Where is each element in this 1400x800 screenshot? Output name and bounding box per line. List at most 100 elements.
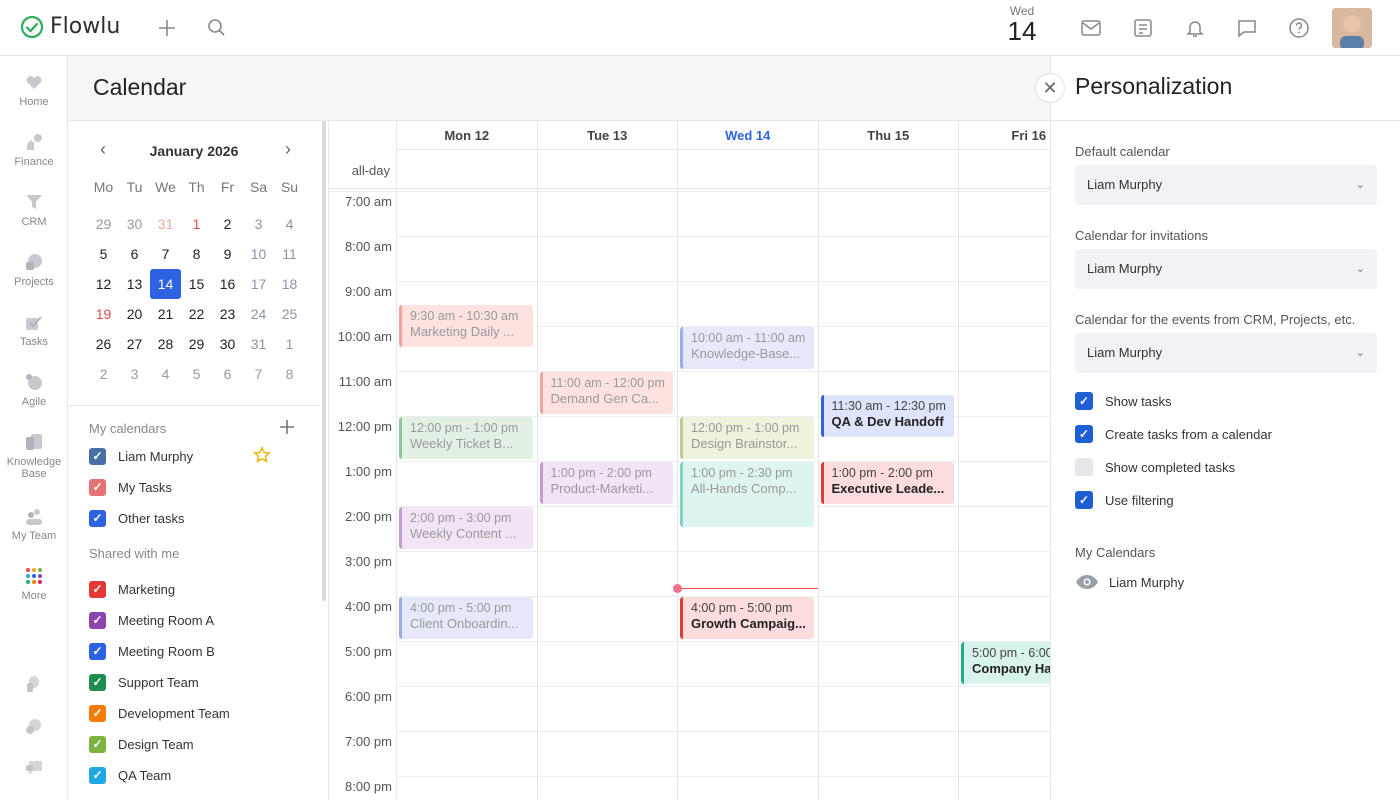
- default-calendar-select[interactable]: Liam Murphy ⌄: [1075, 165, 1377, 205]
- calendar-item[interactable]: ✓ Support Team: [89, 672, 199, 692]
- calendar-item[interactable]: ✓ Design Team: [89, 734, 194, 754]
- checkbox-icon[interactable]: ✓: [1075, 392, 1093, 410]
- checkbox-icon[interactable]: ✓: [89, 447, 106, 465]
- checkbox-icon[interactable]: ✓: [89, 766, 106, 784]
- nav-tasks[interactable]: Tasks: [0, 312, 68, 348]
- mini-calendar-day[interactable]: 21: [150, 299, 181, 329]
- mini-calendar-day[interactable]: 26: [88, 329, 119, 359]
- mini-calendar-day[interactable]: 7: [243, 359, 274, 389]
- today-date[interactable]: Wed 14: [1004, 4, 1040, 44]
- mini-calendar-day[interactable]: 2: [88, 359, 119, 389]
- nav-my-team[interactable]: My Team: [0, 506, 68, 542]
- nav-bottom-3[interactable]: [0, 758, 68, 782]
- mini-calendar-day[interactable]: 3: [243, 209, 274, 239]
- calendar-event[interactable]: 11:00 am - 12:00 pm Demand Gen Ca...: [539, 372, 673, 414]
- mini-calendar-day[interactable]: 4: [150, 359, 181, 389]
- checkbox-icon[interactable]: [1075, 458, 1093, 476]
- day-column-header[interactable]: Thu 15: [817, 121, 958, 150]
- calendar-event[interactable]: 10:00 am - 11:00 am Knowledge-Base...: [680, 327, 814, 369]
- nav-bottom-1[interactable]: [0, 674, 68, 698]
- mini-calendar-day[interactable]: 20: [119, 299, 150, 329]
- mini-calendar-day[interactable]: 7: [150, 239, 181, 269]
- mini-calendar-day[interactable]: 4: [274, 209, 305, 239]
- mini-calendar-day[interactable]: 13: [119, 269, 150, 299]
- star-icon[interactable]: [253, 446, 271, 469]
- mini-calendar-day[interactable]: 25: [274, 299, 305, 329]
- mini-calendar-day[interactable]: 2: [212, 209, 243, 239]
- setting-checkbox[interactable]: Show completed tasks: [1075, 458, 1235, 476]
- mini-calendar-day[interactable]: 6: [119, 239, 150, 269]
- calendar-event[interactable]: 5:00 pm - 6:00 pmCompany Ha: [961, 642, 1050, 684]
- mini-calendar-day[interactable]: 22: [181, 299, 212, 329]
- calendar-item[interactable]: ✓ Meeting Room A: [89, 610, 214, 630]
- nav-agile[interactable]: Agile: [0, 372, 68, 408]
- mini-calendar-day[interactable]: 24: [243, 299, 274, 329]
- checkbox-icon[interactable]: ✓: [1075, 425, 1093, 443]
- mini-calendar-day[interactable]: 3: [119, 359, 150, 389]
- mini-calendar-day[interactable]: 27: [119, 329, 150, 359]
- day-column-header[interactable]: Wed 14: [677, 121, 818, 150]
- calendar-item[interactable]: ✓ Development Team: [89, 703, 230, 723]
- nav-finance[interactable]: Finance: [0, 132, 68, 168]
- mini-calendar-day[interactable]: 19: [88, 299, 119, 329]
- events-calendar-select[interactable]: Liam Murphy ⌄: [1075, 333, 1377, 373]
- checkbox-icon[interactable]: ✓: [89, 673, 106, 691]
- mini-calendar-day[interactable]: 30: [119, 209, 150, 239]
- add-icon[interactable]: [155, 16, 179, 40]
- eye-icon[interactable]: [1075, 574, 1099, 590]
- mini-calendar-day[interactable]: 29: [88, 209, 119, 239]
- calendar-item[interactable]: ✓ QA Team: [89, 765, 171, 785]
- mini-calendar-day[interactable]: 16: [212, 269, 243, 299]
- notes-icon[interactable]: [1131, 16, 1155, 40]
- user-avatar[interactable]: [1332, 8, 1372, 48]
- nav-crm[interactable]: CRM: [0, 192, 68, 228]
- mini-calendar-day[interactable]: 8: [274, 359, 305, 389]
- mini-calendar-day[interactable]: 31: [243, 329, 274, 359]
- my-calendar-visibility[interactable]: Liam Murphy: [1075, 574, 1184, 590]
- checkbox-icon[interactable]: ✓: [89, 509, 106, 527]
- calendar-event[interactable]: 12:00 pm - 1:00 pm Weekly Ticket B...: [399, 417, 533, 459]
- setting-checkbox[interactable]: ✓ Use filtering: [1075, 491, 1174, 509]
- calendar-event[interactable]: 11:30 am - 12:30 pm QA & Dev Handoff: [820, 394, 954, 437]
- mini-calendar-day[interactable]: 1: [181, 209, 212, 239]
- mini-calendar-day[interactable]: 31: [150, 209, 181, 239]
- mini-calendar-day[interactable]: 29: [181, 329, 212, 359]
- sidebar-scrollbar[interactable]: [322, 121, 326, 601]
- calendar-event[interactable]: 2:00 pm - 3:00 pm Weekly Content ...: [399, 507, 533, 549]
- nav-more[interactable]: More: [0, 566, 68, 602]
- checkbox-icon[interactable]: ✓: [1075, 491, 1093, 509]
- mini-calendar-day[interactable]: 5: [181, 359, 212, 389]
- flowlu-logo[interactable]: Flowlu: [20, 14, 120, 39]
- checkbox-icon[interactable]: ✓: [89, 478, 106, 496]
- setting-checkbox[interactable]: ✓ Create tasks from a calendar: [1075, 425, 1272, 443]
- calendar-event[interactable]: 1:00 pm - 2:00 pm Executive Leade...: [820, 462, 954, 504]
- mini-calendar-day[interactable]: 14: [150, 269, 181, 299]
- nav-bottom-2[interactable]: [0, 716, 68, 740]
- calendar-item[interactable]: ✓ Other tasks: [89, 508, 184, 528]
- mini-calendar-day[interactable]: 28: [150, 329, 181, 359]
- next-month-icon[interactable]: ›: [278, 139, 298, 159]
- mini-calendar-day[interactable]: 17: [243, 269, 274, 299]
- checkbox-icon[interactable]: ✓: [89, 580, 106, 598]
- add-calendar-icon[interactable]: [277, 417, 297, 442]
- calendar-event[interactable]: 9:30 am - 10:30 am Marketing Daily ...: [399, 304, 533, 347]
- mini-calendar-day[interactable]: 30: [212, 329, 243, 359]
- search-icon[interactable]: [205, 16, 229, 40]
- bell-icon[interactable]: [1183, 16, 1207, 40]
- day-column-header[interactable]: Tue 13: [536, 121, 677, 150]
- checkbox-icon[interactable]: ✓: [89, 611, 106, 629]
- checkbox-icon[interactable]: ✓: [89, 704, 106, 722]
- mini-calendar-day[interactable]: 1: [274, 329, 305, 359]
- mini-calendar-day[interactable]: 8: [181, 239, 212, 269]
- nav-knowledge-base[interactable]: Knowledge Base: [0, 432, 68, 480]
- mail-icon[interactable]: [1079, 16, 1103, 40]
- nav-home[interactable]: Home: [0, 72, 68, 108]
- checkbox-icon[interactable]: ✓: [89, 735, 106, 753]
- mini-calendar-day[interactable]: 18: [274, 269, 305, 299]
- mini-calendar-day[interactable]: 9: [212, 239, 243, 269]
- mini-calendar-day[interactable]: 11: [274, 239, 305, 269]
- nav-projects[interactable]: Projects: [0, 252, 68, 288]
- mini-calendar-day[interactable]: 5: [88, 239, 119, 269]
- mini-calendar-day[interactable]: 23: [212, 299, 243, 329]
- calendar-event[interactable]: 1:00 pm - 2:00 pm Product-Marketi...: [539, 462, 673, 504]
